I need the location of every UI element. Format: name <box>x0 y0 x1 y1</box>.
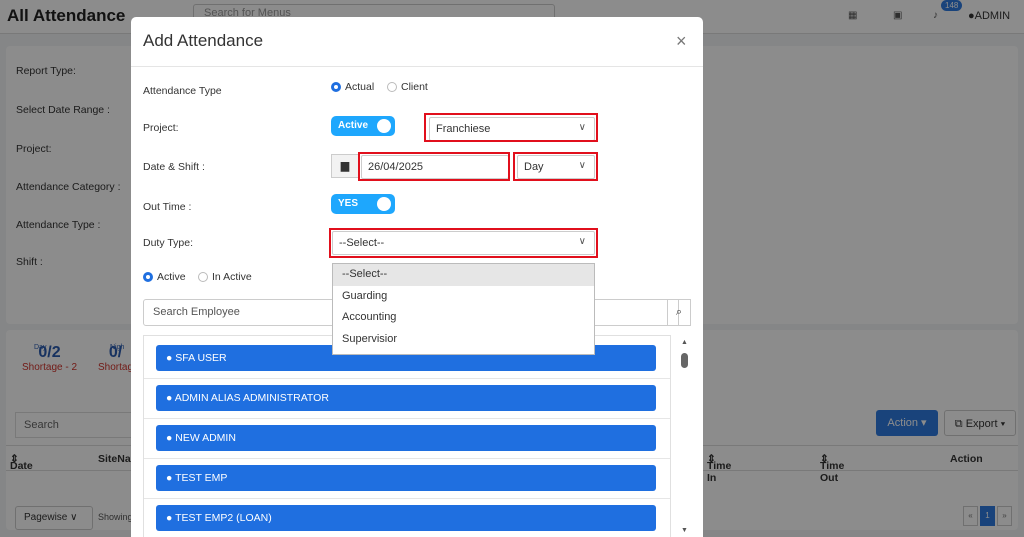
highlight-project <box>424 113 598 142</box>
project-label: Project: <box>143 122 179 134</box>
highlight-shift <box>513 152 598 181</box>
highlight-duty-type <box>329 228 598 258</box>
divider <box>144 378 670 379</box>
radio-dot-icon <box>387 82 397 92</box>
highlight-date <box>358 152 510 181</box>
search-icon[interactable]: ⌕ <box>667 299 691 326</box>
dropdown-option[interactable]: Accounting <box>333 307 594 329</box>
project-active-toggle[interactable]: Active <box>331 116 395 136</box>
out-time-toggle[interactable]: YES <box>331 194 395 214</box>
radio-client[interactable]: Client <box>387 81 428 93</box>
employee-item[interactable]: ● TEST EMP2 (LOAN) <box>156 505 656 531</box>
modal-header: Add Attendance × <box>131 17 703 67</box>
radio-active[interactable]: Active <box>143 271 186 283</box>
radio-dot-icon <box>143 272 153 282</box>
add-attendance-modal: Add Attendance × Attendance Type Actual … <box>131 17 703 537</box>
radio-dot-icon <box>198 272 208 282</box>
scroll-thumb[interactable] <box>681 353 688 368</box>
attendance-type-label: Attendance Type <box>143 85 222 97</box>
divider <box>144 418 670 419</box>
modal-title: Add Attendance <box>143 31 264 50</box>
close-icon[interactable]: × <box>676 31 687 52</box>
scroll-down-icon[interactable]: ▼ <box>681 527 688 534</box>
employee-item[interactable]: ● NEW ADMIN <box>156 425 656 451</box>
duty-type-label: Duty Type: <box>143 237 193 249</box>
divider <box>144 458 670 459</box>
out-time-label: Out Time : <box>143 201 192 213</box>
calendar-icon[interactable]: ▆ <box>331 154 359 178</box>
divider <box>144 498 670 499</box>
duty-type-dropdown: --Select-- Guarding Accounting Supervisi… <box>332 263 595 355</box>
radio-dot-icon <box>331 82 341 92</box>
scroll-up-icon[interactable]: ▲ <box>681 339 688 346</box>
dropdown-option[interactable]: Supervisior <box>333 329 594 351</box>
toggle-knob <box>377 197 391 211</box>
employee-item[interactable]: ● ADMIN ALIAS ADMINISTRATOR <box>156 385 656 411</box>
employee-list-scrollbar[interactable]: ▲ ▼ <box>679 337 691 537</box>
employee-list: ● SFA USER ● ADMIN ALIAS ADMINISTRATOR ●… <box>143 335 671 537</box>
employee-item[interactable]: ● TEST EMP <box>156 465 656 491</box>
dropdown-option[interactable]: --Select-- <box>333 264 594 286</box>
toggle-knob <box>377 119 391 133</box>
date-shift-label: Date & Shift : <box>143 161 205 173</box>
radio-actual[interactable]: Actual <box>331 81 374 93</box>
radio-inactive[interactable]: In Active <box>198 271 252 283</box>
dropdown-option[interactable]: Guarding <box>333 286 594 308</box>
